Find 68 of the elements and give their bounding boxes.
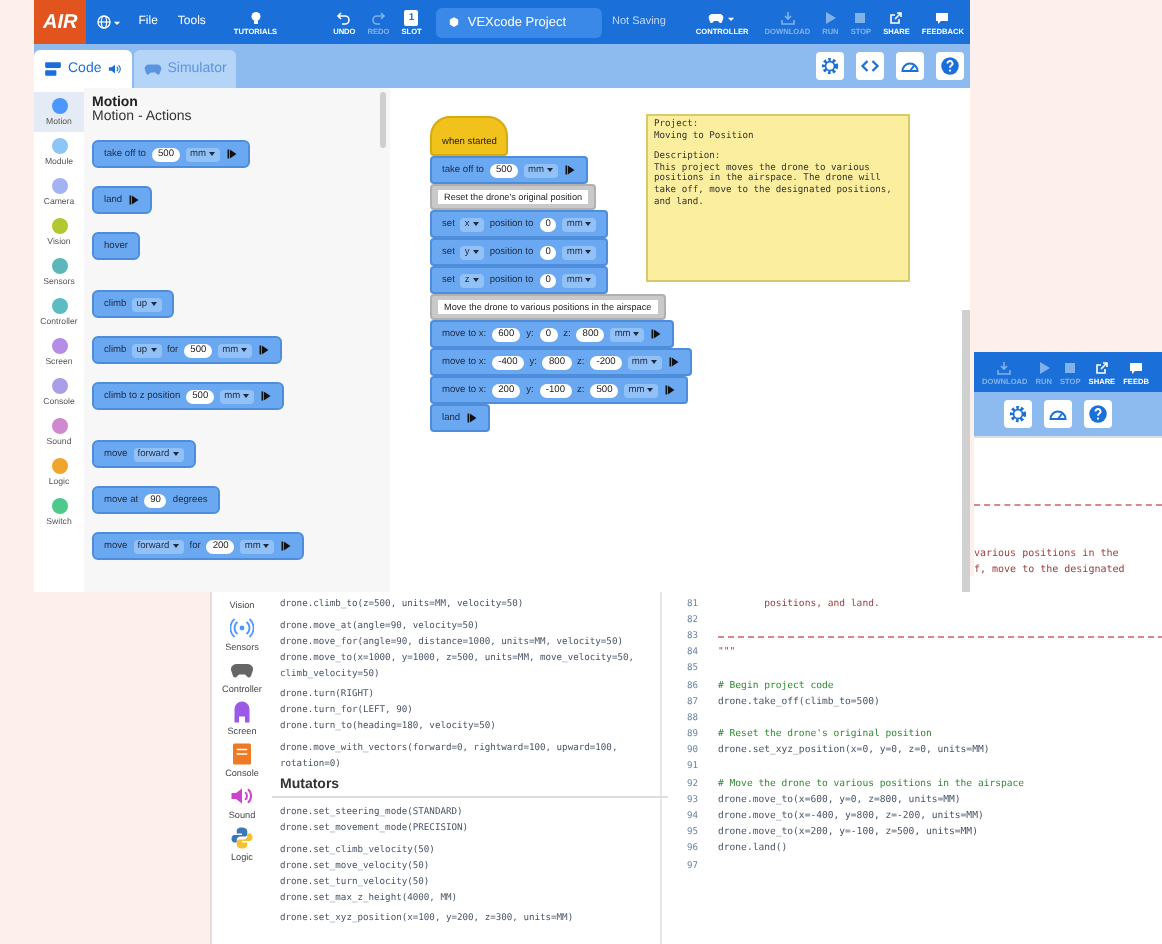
tool-button[interactable] xyxy=(1084,400,1112,428)
caret-icon xyxy=(726,13,737,23)
code-brackets-icon xyxy=(860,56,880,76)
gamepad-icon xyxy=(708,9,725,25)
caret-icon xyxy=(149,346,158,354)
caret-icon xyxy=(171,450,180,458)
stop-icon xyxy=(1062,359,1079,375)
blocks-icon xyxy=(44,60,62,78)
speech-bubble-icon xyxy=(1128,359,1145,375)
settings-icon xyxy=(820,56,840,76)
flag-icon xyxy=(466,412,479,424)
flag-icon xyxy=(258,344,271,356)
help-icon xyxy=(1088,404,1108,424)
speaker-icon xyxy=(107,62,122,76)
help-icon xyxy=(940,56,960,76)
caret-icon xyxy=(646,386,655,394)
caret-icon xyxy=(262,542,271,550)
flag-icon xyxy=(260,390,273,402)
play-icon xyxy=(822,9,839,25)
tool-button[interactable] xyxy=(936,52,964,80)
caret-icon xyxy=(649,358,658,366)
speech-bubble-icon xyxy=(934,9,951,25)
signal-waves-icon xyxy=(229,616,254,640)
caret-icon xyxy=(584,220,593,228)
caret-icon xyxy=(471,220,480,228)
caret-icon xyxy=(208,150,216,158)
caret-icon xyxy=(171,542,180,550)
redo-icon xyxy=(370,9,387,25)
caret-icon xyxy=(240,346,249,354)
python-logo-icon xyxy=(230,826,254,850)
flag-icon xyxy=(564,164,576,176)
caret-icon xyxy=(584,276,593,284)
gamepad-icon xyxy=(229,658,254,682)
caret-icon xyxy=(112,17,123,27)
flag-icon xyxy=(128,194,141,206)
caret-icon xyxy=(471,276,480,284)
download-icon xyxy=(996,359,1013,375)
tool-button[interactable] xyxy=(1004,400,1032,428)
caret-icon xyxy=(471,248,480,256)
flag-icon xyxy=(650,328,663,340)
download-icon xyxy=(779,9,796,25)
caret-icon xyxy=(546,166,554,174)
caret-icon xyxy=(584,248,593,256)
speaker-icon xyxy=(229,784,254,808)
tool-button[interactable] xyxy=(856,52,884,80)
play-icon xyxy=(1035,359,1052,375)
app-logo: AIR xyxy=(34,0,87,44)
settings-icon xyxy=(1008,404,1028,424)
tool-button[interactable] xyxy=(1044,400,1072,428)
flag-icon xyxy=(664,384,677,396)
flag-icon xyxy=(280,540,293,552)
flag-icon xyxy=(226,148,238,160)
lightbulb-icon xyxy=(247,9,264,25)
caret-icon xyxy=(242,392,251,400)
caret-icon xyxy=(149,300,158,308)
share-icon xyxy=(888,9,905,25)
screen-icon xyxy=(230,700,254,724)
stop-icon xyxy=(852,9,869,25)
gamepad-icon xyxy=(143,60,162,78)
undo-icon xyxy=(336,9,353,25)
globe-icon xyxy=(96,14,113,30)
hexagon-icon xyxy=(447,16,460,28)
caret-icon xyxy=(632,330,641,338)
tool-button[interactable] xyxy=(896,52,924,80)
flag-icon xyxy=(667,356,680,368)
share-icon xyxy=(1093,359,1110,375)
tool-button[interactable] xyxy=(816,52,844,80)
console-icon xyxy=(229,742,254,766)
